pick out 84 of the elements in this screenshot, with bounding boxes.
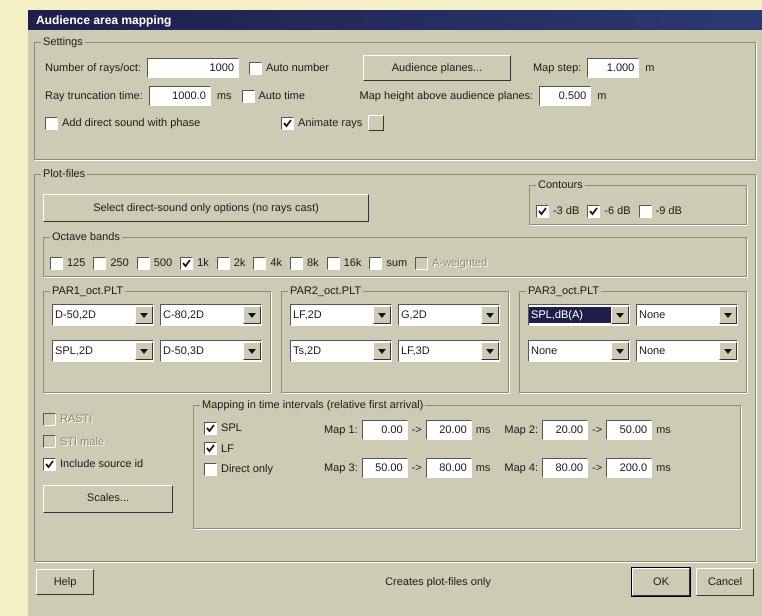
dropdown[interactable]: None — [636, 340, 738, 362]
label: Map 2: — [504, 422, 538, 438]
input-field[interactable]: 20.00 — [542, 420, 588, 440]
arrow-text: -> — [412, 422, 422, 438]
input-field[interactable]: 80.00 — [426, 458, 472, 478]
label: Number of rays/oct: — [45, 60, 141, 76]
checkbox[interactable]: 16k — [326, 250, 362, 276]
check-icon — [538, 206, 547, 216]
label: Ray truncation time: — [45, 88, 143, 104]
checkbox[interactable]: Include source id — [43, 456, 183, 472]
checkbox[interactable]: Direct only — [204, 461, 314, 478]
small-button[interactable] — [368, 115, 384, 132]
checkbox[interactable]: 1k — [180, 250, 209, 276]
checkbox[interactable]: Auto time — [242, 88, 354, 104]
input-field[interactable]: 0.00 — [362, 420, 408, 440]
label: Map height above audience planes: — [360, 88, 534, 104]
check-icon — [206, 424, 215, 433]
scales-button[interactable]: Scales... — [43, 484, 173, 512]
checkbox[interactable]: 8k — [290, 250, 319, 276]
dropdown[interactable]: SPL,dB(A) — [528, 304, 630, 326]
input-field[interactable]: 20.00 — [426, 420, 472, 440]
check-icon — [283, 118, 292, 128]
input-field[interactable]: 1000 — [146, 58, 239, 78]
checkbox[interactable]: sum — [369, 250, 408, 276]
label: Map 4: — [504, 460, 538, 476]
label: m — [645, 60, 654, 76]
direct-sound-options-button[interactable]: Select direct-sound only options (no rays cast) — [43, 194, 369, 222]
checkbox[interactable]: Auto number — [248, 60, 357, 76]
group-title: PAR1_oct.PLT — [50, 284, 126, 298]
input-field[interactable]: 200.0 — [606, 458, 652, 478]
arrow-text: -> — [592, 422, 602, 438]
dropdown[interactable]: G,2D — [398, 304, 500, 326]
group-title: PAR3_oct.PLT — [526, 284, 602, 298]
checkbox[interactable]: SPL — [204, 420, 314, 436]
checkbox[interactable]: -3 dB — [536, 198, 580, 224]
group-title: Mapping in time intervals (relative first arrival) — [200, 398, 426, 412]
checkbox[interactable]: -6 dB — [587, 198, 631, 224]
help-button[interactable]: Help — [36, 569, 94, 595]
dropdown[interactable]: D-50,2D — [52, 304, 154, 326]
check-icon — [182, 258, 192, 268]
dropdown[interactable]: D-50,3D — [160, 340, 262, 362]
check-icon — [45, 460, 54, 469]
checkbox[interactable]: -9 dB — [638, 198, 682, 224]
dropdown[interactable]: Ts,2D — [290, 340, 392, 362]
checkbox[interactable]: Animate rays — [281, 115, 362, 132]
dropdown[interactable]: LF,2D — [290, 304, 392, 326]
dropdown[interactable]: C-80,2D — [160, 304, 262, 326]
input-field[interactable]: 50.00 — [362, 458, 408, 478]
window-title: Audience area mapping — [36, 12, 172, 29]
dropdown[interactable]: SPL,2D — [52, 340, 154, 362]
checkbox[interactable]: 4k — [253, 250, 282, 276]
label: ms — [656, 460, 671, 476]
label: ms — [656, 422, 671, 438]
input-field[interactable]: 50.00 — [606, 420, 652, 440]
label: ms — [216, 88, 232, 104]
label: ms — [476, 422, 490, 438]
input-field[interactable]: 0.500 — [539, 86, 592, 106]
arrow-text: -> — [592, 460, 602, 476]
dropdown[interactable]: None — [528, 340, 630, 362]
label: Map step: — [532, 60, 582, 76]
label: m — [597, 88, 606, 104]
input-field[interactable]: 1000.0 — [148, 86, 211, 106]
checkbox[interactable]: 2k — [216, 250, 246, 276]
checkbox[interactable]: Add direct sound with phase — [45, 115, 275, 132]
label: Map 3: — [324, 460, 358, 476]
group-title: PAR2_oct.PLT — [288, 284, 364, 298]
cancel-button[interactable]: Cancel — [696, 568, 754, 596]
dropdown[interactable]: None — [636, 304, 738, 326]
dropdown[interactable]: LF,3D — [398, 340, 500, 362]
check-icon — [206, 444, 215, 454]
audience-planes-button[interactable]: Audience planes... — [362, 55, 511, 81]
checkbox[interactable]: 500 — [136, 250, 172, 276]
ok-button[interactable]: OK — [632, 568, 690, 596]
checkbox[interactable]: LF — [204, 440, 314, 457]
checkbox[interactable]: 250 — [93, 250, 129, 276]
status-text: Creates plot-files only — [385, 574, 491, 590]
checkbox[interactable]: 125 — [50, 250, 86, 276]
arrow-text: -> — [412, 460, 422, 476]
group-title: Settings — [41, 35, 85, 49]
input-field[interactable]: 1.000 — [587, 58, 640, 78]
input-field[interactable]: 80.00 — [542, 458, 588, 478]
check-icon — [589, 206, 598, 216]
label: ms — [476, 460, 490, 476]
label: Map 1: — [324, 422, 358, 438]
